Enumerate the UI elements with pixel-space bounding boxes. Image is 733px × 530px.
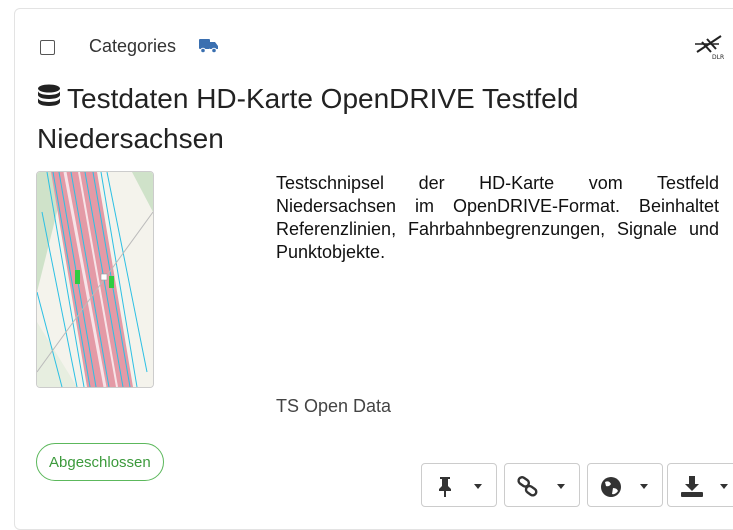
pin-button[interactable] — [421, 463, 497, 507]
select-checkbox[interactable] — [40, 40, 55, 55]
globe-icon — [601, 477, 621, 497]
categories-label: Categories — [89, 36, 177, 56]
dlr-logo: DLR — [693, 30, 727, 65]
dataset-description: Testschnipsel der HD-Karte vom Testfeld … — [276, 173, 719, 262]
link-button[interactable] — [504, 463, 580, 507]
dataset-title[interactable]: Testdaten HD-Karte OpenDRIVE Testfeld Ni… — [37, 80, 697, 158]
status-badge: Abgeschlossen — [36, 443, 164, 481]
truck-icon[interactable] — [199, 37, 219, 59]
map-thumbnail[interactable] — [36, 171, 154, 388]
dataset-source[interactable]: TS Open Data — [276, 396, 391, 417]
download-icon — [681, 476, 703, 497]
dataset-title-text: Testdaten HD-Karte OpenDRIVE Testfeld Ni… — [37, 83, 579, 154]
globe-button[interactable] — [587, 463, 663, 507]
database-icon — [37, 82, 61, 120]
download-button[interactable] — [667, 463, 733, 507]
svg-text:DLR: DLR — [712, 54, 724, 60]
pin-icon — [439, 477, 451, 497]
link-icon — [517, 476, 538, 497]
